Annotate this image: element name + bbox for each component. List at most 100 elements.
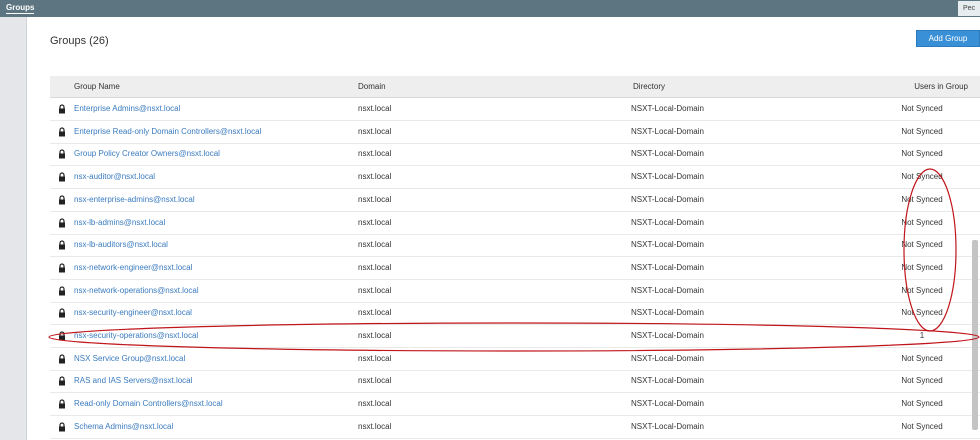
users-in-group-cell: Not Synced [901, 353, 943, 363]
group-name-link[interactable]: nsx-security-engineer@nsxt.local [74, 302, 192, 324]
users-in-group-cell: Not Synced [901, 285, 943, 295]
lock-icon [59, 195, 65, 205]
lock-icon [59, 240, 65, 250]
domain-cell: nsxt.local [358, 421, 392, 431]
users-in-group-cell: Not Synced [901, 240, 943, 250]
users-in-group-cell: Not Synced [901, 172, 943, 182]
table-row[interactable]: Enterprise Admins@nsxt.local nsxt.local NS… [50, 98, 980, 121]
domain-cell: nsxt.local [358, 149, 392, 159]
lock-icon [59, 308, 65, 318]
table-row[interactable]: nsx-network-operations@nsxt.local nsxt.lo… [50, 280, 980, 303]
group-name-link[interactable]: Schema Admins@nsxt.local [74, 416, 173, 438]
table-row[interactable]: nsx-network-engineer@nsxt.local nsxt.loca… [50, 257, 980, 280]
group-name-link[interactable]: Group Policy Creator Owners@nsxt.local [74, 143, 220, 165]
column-header-domain[interactable]: Domain [358, 76, 386, 97]
domain-cell: nsxt.local [358, 217, 392, 227]
top-navigation-bar: Groups Pec [0, 0, 980, 17]
lock-icon [59, 331, 65, 341]
tab-groups[interactable]: Groups [6, 2, 35, 14]
domain-cell: nsxt.local [358, 285, 392, 295]
directory-cell: NSXT-Local-Domain [631, 194, 704, 204]
group-name-link[interactable]: Enterprise Admins@nsxt.local [74, 98, 180, 120]
group-name-link[interactable]: nsx-lb-auditors@nsxt.local [74, 234, 168, 256]
users-in-group-cell: Not Synced [901, 217, 943, 227]
group-name-link[interactable]: nsx-auditor@nsxt.local [74, 166, 155, 188]
users-in-group-cell: Not Synced [901, 399, 943, 409]
lock-icon [59, 422, 65, 432]
group-name-link[interactable]: RAS and IAS Servers@nsxt.local [74, 370, 192, 392]
lock-icon [59, 127, 65, 137]
group-name-link[interactable]: NSX Service Group@nsxt.local [74, 348, 185, 370]
users-in-group-cell: Not Synced [901, 376, 943, 386]
users-in-group-cell: Not Synced [901, 149, 943, 159]
users-in-group-cell: Not Synced [901, 308, 943, 318]
table-row[interactable]: Schema Admins@nsxt.local nsxt.local NSXT-L… [50, 416, 980, 439]
domain-cell: nsxt.local [358, 104, 392, 113]
directory-cell: NSXT-Local-Domain [631, 353, 704, 363]
lock-icon [59, 104, 65, 114]
group-name-link[interactable]: nsx-security-operations@nsxt.local [74, 325, 198, 347]
table-header: Group Name Domain Directory Users in Gro… [50, 76, 980, 98]
add-group-button[interactable]: Add Group [916, 30, 980, 47]
users-in-group-cell: Not Synced [901, 126, 943, 136]
group-name-link[interactable]: nsx-network-engineer@nsxt.local [74, 257, 192, 279]
directory-cell: NSXT-Local-Domain [631, 399, 704, 409]
table-row[interactable]: nsx-security-engineer@nsxt.local nsxt.loc… [50, 302, 980, 326]
table-row[interactable]: nsx-auditor@nsxt.local nsxt.local NSXT-Loc… [50, 166, 980, 190]
groups-table: Group Name Domain Directory Users in Gro… [50, 76, 980, 440]
users-in-group-cell: Not Synced [901, 262, 943, 272]
table-row[interactable]: RAS and IAS Servers@nsxt.local nsxt.local… [50, 370, 980, 394]
lock-icon [59, 286, 65, 296]
page-title: Groups (26) [50, 35, 109, 47]
domain-cell: nsxt.local [358, 194, 392, 204]
table-row[interactable]: nsx-security-operations@nsxt.local nsxt.l… [50, 325, 980, 348]
domain-cell: nsxt.local [358, 399, 392, 409]
group-name-link[interactable]: nsx-network-operations@nsxt.local [74, 280, 199, 302]
domain-cell: nsxt.local [358, 240, 392, 250]
table-row[interactable]: nsx-lb-admins@nsxt.local nsxt.local NSXT-L… [50, 212, 980, 235]
domain-cell: nsxt.local [358, 308, 392, 318]
group-name-link[interactable]: nsx-enterprise-admins@nsxt.local [74, 189, 195, 211]
group-name-link[interactable]: Enterprise Read-only Domain Controllers@… [74, 121, 261, 143]
lock-icon [59, 149, 65, 159]
lock-icon [59, 172, 65, 182]
directory-cell: NSXT-Local-Domain [631, 331, 704, 340]
left-sidebar [0, 17, 27, 440]
users-in-group-cell: Not Synced [901, 194, 943, 204]
directory-cell: NSXT-Local-Domain [631, 240, 704, 250]
domain-cell: nsxt.local [358, 376, 392, 386]
table-row[interactable]: NSX Service Group@nsxt.local nsxt.local NS… [50, 348, 980, 371]
domain-cell: nsxt.local [358, 126, 392, 136]
directory-cell: NSXT-Local-Domain [631, 308, 704, 318]
table-row[interactable]: Read-only Domain Controllers@nsxt.local n… [50, 393, 980, 417]
directory-cell: NSXT-Local-Domain [631, 262, 704, 272]
column-header-directory[interactable]: Directory [633, 76, 665, 97]
domain-cell: nsxt.local [358, 331, 392, 340]
directory-cell: NSXT-Local-Domain [631, 217, 704, 227]
column-header-group-name[interactable]: Group Name [74, 76, 120, 97]
directory-cell: NSXT-Local-Domain [631, 104, 704, 113]
users-in-group-cell: Not Synced [901, 421, 943, 431]
directory-cell: NSXT-Local-Domain [631, 149, 704, 159]
table-row[interactable]: nsx-enterprise-admins@nsxt.local nsxt.loc… [50, 189, 980, 212]
directory-cell: NSXT-Local-Domain [631, 126, 704, 136]
table-row[interactable]: Enterprise Read-only Domain Controllers@… [50, 121, 980, 144]
lock-icon [59, 217, 65, 227]
lock-icon [59, 354, 65, 364]
group-name-link[interactable]: Read-only Domain Controllers@nsxt.local [74, 393, 223, 415]
table-row[interactable]: Group Policy Creator Owners@nsxt.local ns… [50, 143, 980, 167]
directory-cell: NSXT-Local-Domain [631, 285, 704, 295]
users-in-group-cell: 1 [919, 331, 925, 340]
top-right-menu[interactable]: Pec [958, 1, 980, 16]
directory-cell: NSXT-Local-Domain [631, 172, 704, 182]
domain-cell: nsxt.local [358, 353, 392, 363]
lock-icon [59, 399, 65, 409]
lock-icon [59, 263, 65, 273]
column-header-users-in-group[interactable]: Users in Group [914, 76, 968, 97]
table-row[interactable]: nsx-lb-auditors@nsxt.local nsxt.local NSXT… [50, 234, 980, 258]
table-scrollbar[interactable] [972, 240, 978, 430]
domain-cell: nsxt.local [358, 262, 392, 272]
group-name-link[interactable]: nsx-lb-admins@nsxt.local [74, 212, 165, 234]
directory-cell: NSXT-Local-Domain [631, 376, 704, 386]
directory-cell: NSXT-Local-Domain [631, 421, 704, 431]
